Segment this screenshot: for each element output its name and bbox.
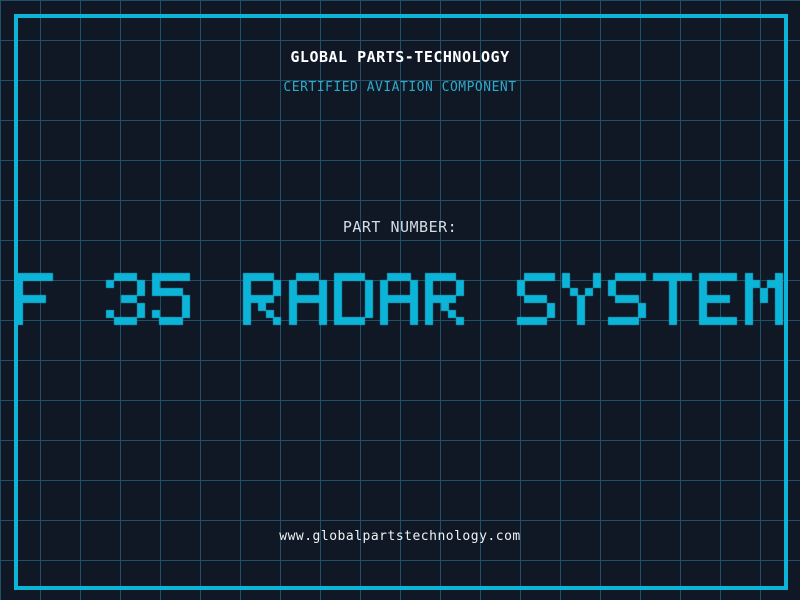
- certification-tagline: CERTIFIED AVIATION COMPONENT: [0, 80, 800, 96]
- part-number-value-pixel-text: [0, 272, 800, 328]
- website-url: www.globalpartstechnology.com: [0, 529, 800, 545]
- company-name: GLOBAL PARTS-TECHNOLOGY: [0, 48, 800, 66]
- blueprint-page: GLOBAL PARTS-TECHNOLOGY CERTIFIED AVIATI…: [0, 0, 800, 600]
- part-number-label: PART NUMBER:: [0, 219, 800, 235]
